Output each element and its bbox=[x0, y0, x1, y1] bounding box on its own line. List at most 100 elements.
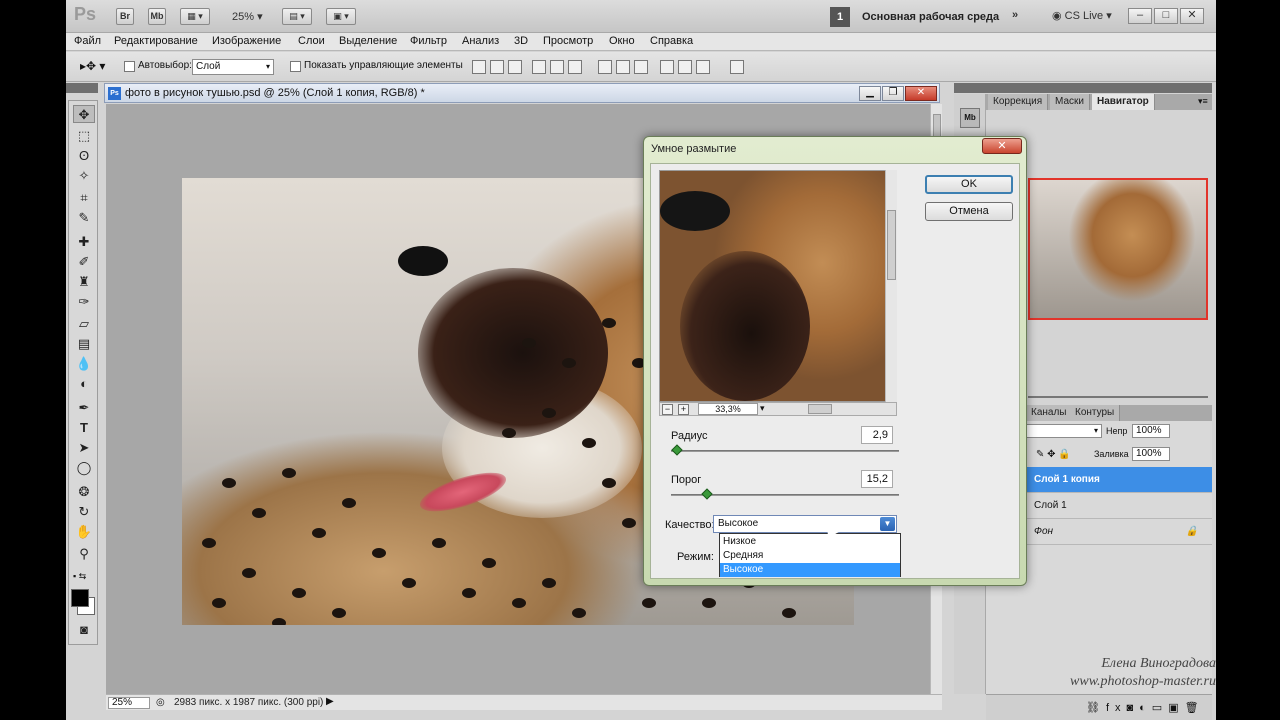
quality-option-medium[interactable]: Средняя bbox=[720, 549, 900, 563]
panel-menu-icon[interactable]: ▾≡ bbox=[1198, 96, 1208, 107]
view-extras-button[interactable]: ▦ ▾ bbox=[180, 8, 210, 25]
align-horizontal-center-icon[interactable] bbox=[550, 60, 564, 74]
bridge-button[interactable]: Br bbox=[116, 8, 134, 25]
pen-tool-icon[interactable]: ✒ bbox=[73, 399, 95, 417]
align-vertical-center-icon[interactable] bbox=[490, 60, 504, 74]
distribute-top-icon[interactable] bbox=[598, 60, 612, 74]
autoselect-checkbox[interactable] bbox=[124, 61, 135, 72]
path-selection-tool-icon[interactable]: ➤ bbox=[73, 439, 95, 457]
menu-edit[interactable]: Редактирование bbox=[114, 35, 198, 47]
eraser-tool-icon[interactable]: ▱ bbox=[73, 315, 95, 333]
layer-action-icons[interactable]: ⛓fx◙◐▭▣🗑 bbox=[1086, 701, 1205, 714]
arrange-documents-button[interactable]: ▤ ▾ bbox=[282, 8, 312, 25]
cs-live-menu[interactable]: ◉ CS Live ▾ bbox=[1052, 9, 1112, 22]
quality-option-low[interactable]: Низкое bbox=[720, 535, 900, 549]
layer-row[interactable]: Слой 1 копия bbox=[1010, 467, 1212, 493]
preview-zoom-arrow-icon[interactable]: ▾ bbox=[760, 403, 765, 414]
radius-slider[interactable] bbox=[671, 450, 899, 452]
dock-collapsed-header[interactable] bbox=[954, 83, 986, 93]
distribute-right-icon[interactable] bbox=[696, 60, 710, 74]
blur-tool-icon[interactable]: 💧 bbox=[73, 355, 95, 373]
align-top-icon[interactable] bbox=[472, 60, 486, 74]
gradient-tool-icon[interactable]: ▤ bbox=[73, 335, 95, 353]
preview-vertical-scrollbar[interactable] bbox=[885, 170, 897, 402]
crop-tool-icon[interactable]: ⌗ bbox=[73, 189, 95, 207]
healing-brush-tool-icon[interactable]: ✚ bbox=[73, 233, 95, 251]
3d-rotate-tool-icon[interactable]: ❂ bbox=[73, 483, 95, 501]
align-bottom-icon[interactable] bbox=[508, 60, 522, 74]
type-tool-icon[interactable]: T bbox=[73, 419, 95, 437]
status-info-icon[interactable]: ◎ bbox=[156, 697, 165, 708]
filter-preview[interactable] bbox=[659, 170, 893, 402]
lasso-tool-icon[interactable]: ʘ bbox=[73, 147, 95, 165]
zoom-tool-icon[interactable]: ⚲ bbox=[73, 545, 95, 563]
radius-slider-thumb[interactable] bbox=[671, 444, 683, 456]
tab-channels[interactable]: Каналы bbox=[1026, 405, 1073, 421]
chevron-down-icon[interactable]: ▼ bbox=[880, 517, 895, 531]
navigator-zoom-slider[interactable] bbox=[1028, 396, 1208, 398]
quality-option-high[interactable]: Высокое bbox=[720, 563, 900, 577]
move-tool-preset-icon[interactable]: ▸✥ ▾ bbox=[80, 59, 105, 73]
eyedropper-tool-icon[interactable]: ✎ bbox=[73, 209, 95, 227]
preview-hscroll-thumb[interactable] bbox=[808, 404, 832, 414]
menu-analysis[interactable]: Анализ bbox=[462, 35, 499, 47]
document-close-button[interactable]: ✕ bbox=[905, 86, 937, 101]
tab-navigator[interactable]: Навигатор bbox=[1092, 94, 1155, 110]
panel-group-header[interactable] bbox=[986, 83, 1212, 93]
tab-masks[interactable]: Маски bbox=[1050, 94, 1090, 110]
threshold-input[interactable]: 15,2 bbox=[861, 470, 893, 488]
quick-selection-tool-icon[interactable]: ✧ bbox=[73, 167, 95, 185]
brush-tool-icon[interactable]: ✐ bbox=[73, 253, 95, 271]
shape-tool-icon[interactable]: ◯ bbox=[73, 459, 95, 477]
distribute-vcenter-icon[interactable] bbox=[616, 60, 630, 74]
threshold-slider-thumb[interactable] bbox=[701, 488, 713, 500]
menu-select[interactable]: Выделение bbox=[339, 35, 397, 47]
zoom-in-button[interactable]: + bbox=[678, 404, 689, 415]
show-transform-controls-checkbox[interactable] bbox=[290, 61, 301, 72]
zoom-out-button[interactable]: − bbox=[662, 404, 673, 415]
preview-scroll-thumb[interactable] bbox=[887, 210, 896, 280]
opacity-input[interactable]: 100% bbox=[1132, 424, 1170, 438]
menu-image[interactable]: Изображение bbox=[212, 35, 281, 47]
status-zoom-field[interactable]: 25% bbox=[108, 697, 150, 709]
cancel-button[interactable]: Отмена bbox=[925, 202, 1013, 221]
distribute-hcenter-icon[interactable] bbox=[678, 60, 692, 74]
dialog-close-button[interactable]: ✕ bbox=[982, 138, 1022, 154]
mini-bridge-button[interactable]: Mb bbox=[148, 8, 166, 25]
swap-colors-icon[interactable]: ▪ ⇆ bbox=[73, 571, 86, 582]
dodge-tool-icon[interactable]: ◐ bbox=[73, 375, 95, 393]
menu-filter[interactable]: Фильтр bbox=[410, 35, 447, 47]
lock-icons[interactable]: ✎ ✥ 🔒 bbox=[1036, 449, 1071, 460]
menu-window[interactable]: Окно bbox=[609, 35, 635, 47]
preview-zoom-field[interactable]: 33,3% bbox=[698, 403, 758, 415]
3d-orbit-tool-icon[interactable]: ↻ bbox=[73, 503, 95, 521]
blend-mode-select[interactable]: ▾ bbox=[1026, 424, 1102, 438]
history-brush-tool-icon[interactable]: ✑ bbox=[73, 293, 95, 311]
move-tool-icon[interactable]: ✥ bbox=[73, 105, 95, 123]
workspace-switcher[interactable]: Основная рабочая среда bbox=[862, 11, 999, 23]
document-maximize-button[interactable]: ❐ bbox=[882, 86, 904, 101]
layer-row[interactable]: Фон 🔒 bbox=[1010, 519, 1212, 545]
align-right-icon[interactable] bbox=[568, 60, 582, 74]
layer-row[interactable]: Слой 1 bbox=[1010, 493, 1212, 519]
menu-view[interactable]: Просмотр bbox=[543, 35, 593, 47]
auto-align-layers-icon[interactable] bbox=[730, 60, 744, 74]
zoom-level-menu[interactable]: 25% ▾ bbox=[232, 10, 263, 23]
clone-stamp-tool-icon[interactable]: ♜ bbox=[73, 273, 95, 291]
tab-paths[interactable]: Контуры bbox=[1070, 405, 1121, 421]
distribute-bottom-icon[interactable] bbox=[634, 60, 648, 74]
tools-panel-header[interactable] bbox=[66, 83, 98, 93]
chevron-right-icon[interactable]: » bbox=[1012, 9, 1018, 21]
marquee-tool-icon[interactable]: ⬚ bbox=[73, 127, 95, 145]
quick-mask-icon[interactable]: ◙ bbox=[73, 621, 95, 639]
ok-button[interactable]: OK bbox=[925, 175, 1013, 194]
document-minimize-button[interactable]: ▁ bbox=[859, 86, 881, 101]
maximize-button[interactable]: □ bbox=[1154, 8, 1178, 24]
screen-mode-button[interactable]: ▣ ▾ bbox=[326, 8, 356, 25]
navigator-thumbnail[interactable] bbox=[1028, 178, 1208, 320]
foreground-color-swatch[interactable] bbox=[71, 589, 89, 607]
align-left-icon[interactable] bbox=[532, 60, 546, 74]
status-menu-arrow-icon[interactable]: ▶ bbox=[326, 696, 334, 707]
autoselect-target-select[interactable]: Слой ▾ bbox=[192, 59, 274, 75]
tab-adjustments[interactable]: Коррекция bbox=[988, 94, 1049, 110]
